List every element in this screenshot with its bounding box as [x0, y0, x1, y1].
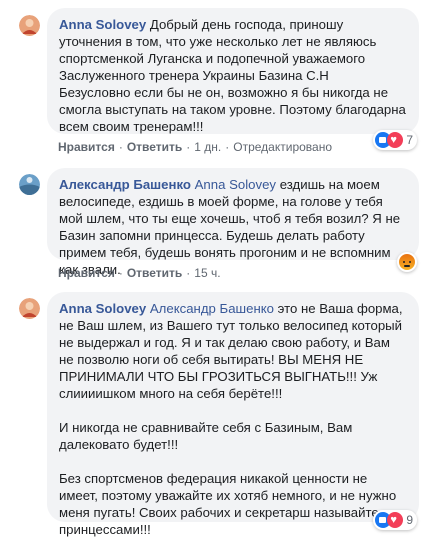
reaction-count: 9: [406, 513, 413, 527]
avatar[interactable]: [19, 298, 40, 319]
mention-link[interactable]: Anna Solovey: [195, 177, 276, 192]
comment-text: это не Ваша форма, не Ваш шлем, из Вашег…: [59, 301, 403, 401]
like-button[interactable]: Нравится: [58, 140, 115, 154]
edited-label: Отредактировано: [233, 140, 333, 154]
comment-thread: Anna Solovey Добрый день господа, принош…: [0, 0, 429, 537]
comment-text: Безусловно если бы не он, возможно я бы …: [59, 85, 406, 134]
like-button[interactable]: Нравится: [58, 266, 115, 280]
comment-bubble: Anna Solovey Добрый день господа, принош…: [47, 8, 419, 134]
comment-text: Без спортсменов федерация никакой ценнос…: [59, 471, 397, 537]
love-icon: [387, 512, 404, 528]
comment-bubble: Александр Башенко Anna Solovey ездишь на…: [47, 168, 419, 277]
reaction-summary[interactable]: 7: [373, 130, 417, 150]
comment-actions: Нравится · Ответить · 1 дн. · Отредактировано: [58, 140, 333, 154]
comment-author[interactable]: Anna Solovey: [59, 17, 146, 32]
angry-icon: [399, 254, 415, 270]
avatar[interactable]: [19, 174, 40, 195]
comment-author[interactable]: Александр Башенко: [59, 177, 191, 192]
mention-link[interactable]: Александр Башенко: [150, 301, 274, 316]
comment-author[interactable]: Anna Solovey: [59, 301, 146, 316]
comment-bubble: Anna Solovey Александр Башенко это не Ва…: [47, 292, 419, 537]
comment-actions: Нравится · Ответить · 15 ч.: [58, 266, 221, 280]
reply-button[interactable]: Ответить: [127, 266, 182, 280]
comment-text: И никогда не сравнивайте себя с Базиным,…: [59, 420, 353, 452]
reaction-summary[interactable]: [397, 252, 417, 272]
timestamp[interactable]: 1 дн.: [194, 140, 221, 154]
love-icon: [387, 132, 404, 148]
reply-button[interactable]: Ответить: [127, 140, 182, 154]
comment-text: ездишь на моем велосипеде, ездишь в моей…: [59, 177, 401, 277]
avatar[interactable]: [19, 15, 40, 36]
reaction-count: 7: [406, 133, 413, 147]
timestamp[interactable]: 15 ч.: [194, 266, 220, 280]
reaction-summary[interactable]: 9: [373, 510, 417, 530]
